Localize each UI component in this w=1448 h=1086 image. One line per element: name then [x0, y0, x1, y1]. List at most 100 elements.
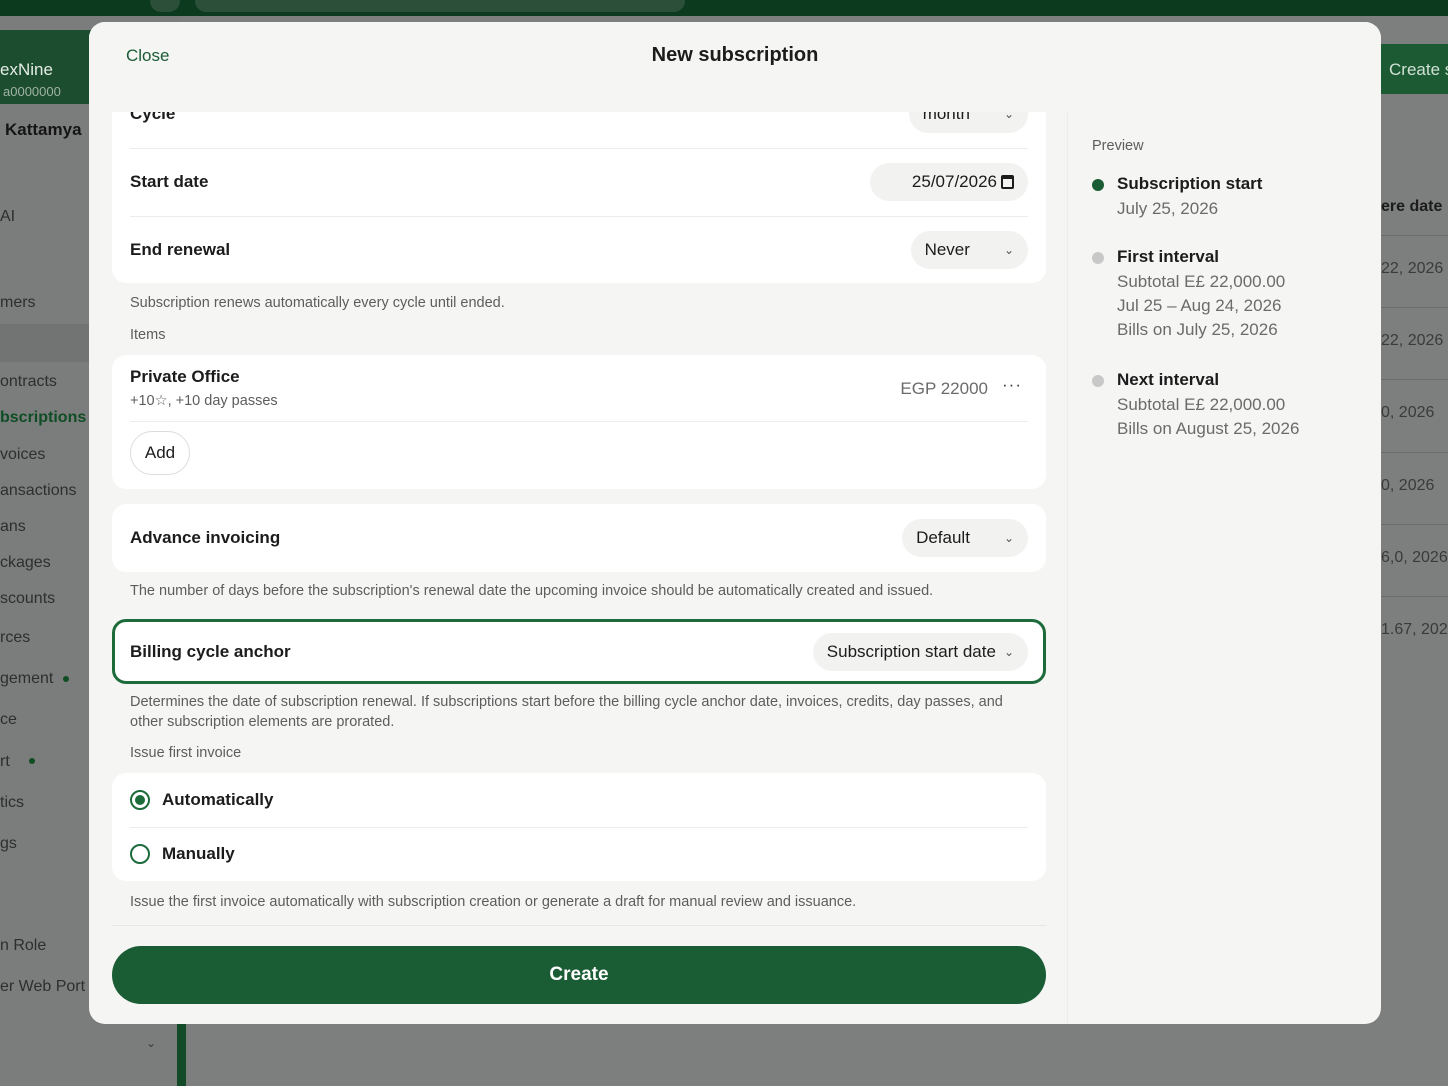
end-renewal-row: End renewal Never ⌄	[130, 216, 1028, 284]
timeline-line: Subtotal E£ 22,000.00	[1117, 395, 1286, 414]
radio-manually[interactable]: Manually	[130, 827, 1028, 881]
table-row[interactable]: 22, 2026	[1381, 235, 1448, 308]
list-item[interactable]: Private Office +10☆, +10 day passes EGP …	[112, 355, 1046, 421]
sidebar-item-subscriptions[interactable]: bscriptions	[0, 409, 86, 427]
table-row[interactable]: 1.67, 2026	[1381, 596, 1448, 669]
items-card: Private Office +10☆, +10 day passes EGP …	[112, 355, 1046, 489]
radio-manually-label: Manually	[162, 844, 235, 863]
topbar-pill	[150, 0, 180, 12]
table-header: ere date	[1381, 198, 1443, 215]
add-item-button[interactable]: Add	[130, 431, 190, 475]
chevron-down-icon[interactable]: ⌄	[146, 1036, 156, 1050]
chevron-down-icon: ⌄	[1003, 243, 1014, 257]
notification-dot	[29, 758, 35, 764]
issue-first-invoice-label: Issue first invoice	[130, 745, 242, 761]
sidebar-item-resources[interactable]: rces	[0, 629, 30, 647]
start-date-row: Start date 25/07/2026	[130, 148, 1028, 216]
advance-invoicing-select[interactable]: Default ⌄	[902, 519, 1028, 557]
timeline-dot-icon	[1092, 179, 1104, 191]
advance-invoicing-value: Default	[916, 528, 970, 547]
modal-title: New subscription	[651, 44, 819, 66]
timeline-line: Subtotal E£ 22,000.00	[1117, 272, 1286, 291]
timeline-dot-icon	[1092, 252, 1104, 264]
radio-automatically-label: Automatically	[162, 790, 274, 809]
timeline-first-interval: First interval Subtotal E£ 22,000.00 Jul…	[1092, 247, 1352, 347]
new-subscription-modal: Cycle month ⌄ Start date 25/07/2026 End …	[89, 22, 1381, 1024]
issue-invoice-card: Automatically Manually	[112, 773, 1046, 881]
bg-create-button[interactable]: Create s	[1381, 44, 1448, 94]
timeline-subscription-start: Subscription start July 25, 2026	[1092, 174, 1352, 234]
billing-anchor-select[interactable]: Subscription start date ⌄	[812, 632, 1028, 671]
sidebar-item-plans[interactable]: ans	[0, 518, 26, 536]
sidebar-item-transactions[interactable]: ansactions	[0, 482, 77, 500]
billing-anchor-hint: Determines the date of subscription rene…	[130, 694, 1003, 730]
topbar-search-pill	[195, 0, 685, 12]
advance-invoicing-card: Advance invoicing Default ⌄	[112, 504, 1046, 572]
table-row[interactable]: 0, 2026	[1381, 379, 1448, 452]
sidebar-item-invoices[interactable]: voices	[0, 446, 45, 464]
billing-anchor-row: Billing cycle anchor Subscription start …	[130, 619, 1028, 684]
chevron-down-icon: ⌄	[1003, 644, 1014, 659]
table-row[interactable]: 22, 2026	[1381, 307, 1448, 380]
start-date-label: Start date	[130, 172, 209, 191]
sidebar-item-role[interactable]: n Role	[0, 937, 46, 955]
org-id: a0000000	[3, 84, 61, 99]
notification-dot	[63, 676, 69, 682]
sidebar-item-support[interactable]: rt	[0, 753, 10, 771]
sidebar-item-space[interactable]: ce	[0, 711, 17, 729]
app-topbar	[0, 0, 1448, 16]
org-switcher[interactable]: exNine a0000000	[0, 30, 100, 104]
preview-pane: Preview Subscription start July 25, 2026…	[1067, 22, 1357, 1024]
bg-table: ere date 22, 2026 22, 2026 0, 2026 0, 20…	[1381, 180, 1448, 668]
user-name: Kattamya	[5, 120, 82, 139]
timeline-title: Subscription start	[1117, 174, 1263, 193]
advance-invoicing-label: Advance invoicing	[130, 528, 281, 547]
sidebar-item-analytics[interactable]: tics	[0, 794, 24, 812]
timeline-line: Jul 25 – Aug 24, 2026	[1117, 296, 1282, 315]
billing-anchor-card: Billing cycle anchor Subscription start …	[112, 619, 1046, 684]
end-renewal-value: Never	[924, 240, 970, 259]
create-button[interactable]: Create	[112, 946, 1046, 1004]
sidebar-item-ai[interactable]: AI	[0, 208, 15, 226]
start-date-value: 25/07/2026	[911, 172, 997, 191]
item-details: +10☆, +10 day passes	[130, 393, 278, 409]
more-icon[interactable]: ···	[1002, 375, 1022, 395]
sidebar-item-packages[interactable]: ckages	[0, 554, 51, 572]
calendar-icon[interactable]	[1001, 175, 1014, 189]
radio-automatically[interactable]: Automatically	[130, 773, 1028, 827]
table-row[interactable]: 0, 2026	[1381, 452, 1448, 525]
sidebar-item-customers[interactable]: mers	[0, 294, 36, 312]
issue-invoice-hint: Issue the first invoice automatically wi…	[130, 894, 857, 910]
timeline-title: Next interval	[1117, 370, 1220, 389]
billing-anchor-value: Subscription start date	[826, 641, 996, 661]
subscription-form: Cycle month ⌄ Start date 25/07/2026 End …	[112, 22, 1046, 1024]
chevron-down-icon: ⌄	[1003, 531, 1014, 545]
timeline-title: First interval	[1117, 247, 1220, 266]
advance-invoicing-hint: The number of days before the subscripti…	[130, 583, 934, 599]
items-label: Items	[130, 327, 166, 343]
sidebar-item-contracts[interactable]: ontracts	[0, 373, 57, 391]
timeline-line: Bills on July 25, 2026	[1117, 320, 1278, 339]
divider	[130, 421, 1028, 422]
sidebar-item-settings[interactable]: gs	[0, 835, 17, 853]
table-row[interactable]: 6,0, 2026	[1381, 524, 1448, 597]
sidebar-item-management[interactable]: gement	[0, 670, 53, 688]
footer-divider	[112, 925, 1046, 926]
radio-unchecked-icon[interactable]	[130, 844, 150, 864]
preview-label: Preview	[1092, 138, 1144, 154]
timeline-line: July 25, 2026	[1117, 199, 1219, 218]
sidebar-rail	[177, 1022, 186, 1086]
end-renewal-select[interactable]: Never ⌄	[910, 231, 1028, 269]
end-renewal-label: End renewal	[130, 240, 231, 259]
renew-hint: Subscription renews automatically every …	[130, 295, 505, 311]
modal-header: Close New subscription	[89, 22, 1381, 112]
start-date-input[interactable]: 25/07/2026	[869, 163, 1028, 201]
radio-checked-icon[interactable]	[130, 790, 150, 810]
timeline-next-interval: Next interval Subtotal E£ 22,000.00 Bill…	[1092, 370, 1352, 446]
billing-anchor-label: Billing cycle anchor	[130, 641, 291, 661]
sidebar-item-web-portal[interactable]: er Web Port	[0, 978, 85, 996]
org-name: exNine	[0, 60, 53, 79]
sidebar-item-discounts[interactable]: scounts	[0, 590, 55, 608]
timeline-dot-icon	[1092, 375, 1104, 387]
nav-active-highlight	[0, 324, 100, 362]
